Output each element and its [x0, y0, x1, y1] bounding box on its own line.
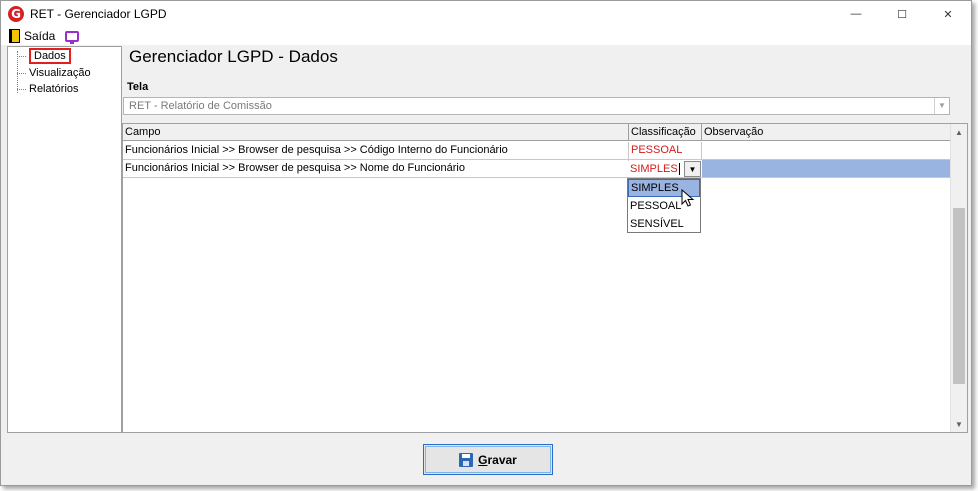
- scroll-down-icon[interactable]: ▼: [951, 416, 967, 432]
- tree-item-label: Relatórios: [29, 83, 79, 95]
- column-header-observacao[interactable]: Observação: [702, 124, 951, 141]
- app-window: G RET - Gerenciador LGPD — ☐ ✕ Saída Dad…: [0, 0, 972, 486]
- dropdown-arrow-icon[interactable]: ▼: [934, 98, 949, 114]
- cell-campo[interactable]: Funcionários Inicial >> Browser de pesqu…: [123, 142, 629, 159]
- page-title: Gerenciador LGPD - Dados: [129, 47, 338, 66]
- dropdown-option-sensivel[interactable]: SENSÍVEL: [628, 215, 700, 233]
- screen-icon[interactable]: [65, 30, 80, 44]
- floppy-disk-icon: [459, 452, 474, 467]
- tree-item-relatorios[interactable]: Relatórios: [17, 83, 79, 95]
- combo-value: SIMPLES: [630, 163, 678, 175]
- classificacao-combo-editor[interactable]: SIMPLES ▼: [628, 161, 701, 177]
- tela-select[interactable]: RET - Relatório de Comissão ▼: [123, 97, 950, 115]
- app-logo-icon: G: [8, 6, 24, 22]
- minimize-button[interactable]: —: [833, 1, 879, 27]
- dropdown-arrow-icon[interactable]: ▼: [684, 161, 701, 177]
- maximize-button[interactable]: ☐: [879, 1, 925, 27]
- window-controls: — ☐ ✕: [833, 1, 971, 27]
- close-button[interactable]: ✕: [925, 1, 971, 27]
- tree-item-label: Visualização: [29, 67, 91, 79]
- data-grid: Campo Classificação Observação Funcionár…: [122, 123, 968, 433]
- tela-label: Tela: [127, 81, 149, 93]
- exit-door-icon[interactable]: [9, 29, 20, 43]
- table-row[interactable]: Funcionários Inicial >> Browser de pesqu…: [123, 160, 951, 178]
- cell-observacao[interactable]: [702, 160, 951, 177]
- save-button-label: Gravar: [478, 452, 517, 467]
- scroll-up-icon[interactable]: ▲: [951, 124, 967, 140]
- tela-select-value: RET - Relatório de Comissão: [129, 100, 272, 112]
- menu-bar: Saída: [1, 27, 971, 45]
- scroll-thumb[interactable]: [953, 208, 965, 384]
- tree-item-dados[interactable]: Dados: [17, 48, 71, 64]
- grid-header: Campo Classificação Observação: [123, 124, 951, 141]
- column-header-campo[interactable]: Campo: [123, 124, 629, 141]
- title-bar: G RET - Gerenciador LGPD — ☐ ✕: [1, 1, 971, 27]
- save-button[interactable]: Gravar: [423, 444, 553, 475]
- tree-item-label: Dados: [29, 48, 71, 64]
- navigation-tree: Dados Visualização Relatórios: [7, 46, 122, 433]
- text-caret: [679, 163, 680, 175]
- exit-menu-item[interactable]: Saída: [24, 29, 55, 43]
- mouse-pointer-icon: [681, 189, 695, 207]
- tree-item-visualizacao[interactable]: Visualização: [17, 67, 91, 79]
- vertical-scrollbar[interactable]: ▲ ▼: [950, 124, 967, 432]
- window-title: RET - Gerenciador LGPD: [30, 7, 167, 21]
- cell-observacao[interactable]: [702, 142, 951, 159]
- column-header-classificacao[interactable]: Classificação: [629, 124, 702, 141]
- table-row[interactable]: Funcionários Inicial >> Browser de pesqu…: [123, 142, 951, 160]
- cell-classificacao[interactable]: PESSOAL: [629, 142, 702, 159]
- cell-campo[interactable]: Funcionários Inicial >> Browser de pesqu…: [123, 160, 629, 177]
